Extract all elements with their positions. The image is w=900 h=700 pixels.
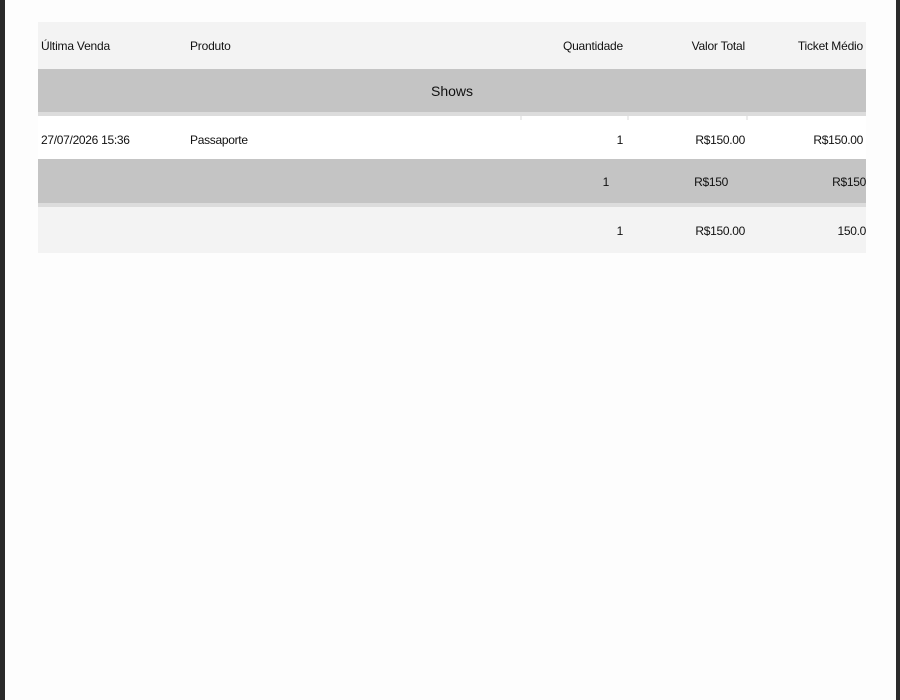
report-viewer: Última Venda Produto Quantidade Valor To… — [0, 0, 900, 700]
column-divider — [746, 116, 748, 120]
cell-total-value: R$150.00 — [695, 133, 745, 147]
header-product: Produto — [190, 39, 231, 53]
report-page: Última Venda Produto Quantidade Valor To… — [5, 0, 896, 700]
header-last-sale: Última Venda — [41, 39, 110, 53]
total-average-ticket: 150.0 — [837, 224, 866, 238]
header-total-value: Valor Total — [691, 39, 745, 53]
header-average-ticket: Ticket Médio — [797, 39, 863, 53]
total-total-value: R$150.00 — [695, 224, 745, 238]
sales-report-table: Última Venda Produto Quantidade Valor To… — [38, 22, 866, 253]
group-subtotal-row: 1 R$150 R$150 — [38, 159, 866, 207]
group-header-row: Shows — [38, 69, 866, 116]
column-divider — [520, 116, 522, 120]
cell-average-ticket: R$150.00 — [813, 133, 863, 147]
cell-last-sale: 27/07/2026 15:36 — [41, 133, 130, 147]
cell-product: Passaporte — [190, 133, 248, 147]
grand-total-row: 1 R$150.00 150.0 — [38, 207, 866, 253]
table-header-row: Última Venda Produto Quantidade Valor To… — [38, 22, 866, 69]
header-quantity: Quantidade — [562, 39, 623, 53]
subtotal-quantity: 1 — [602, 175, 609, 189]
group-title: Shows — [430, 83, 474, 99]
subtotal-average-ticket: R$150 — [832, 175, 866, 189]
total-quantity: 1 — [616, 224, 623, 238]
table-row: 27/07/2026 15:36 Passaporte 1 R$150.00 R… — [38, 116, 866, 159]
column-divider — [627, 116, 629, 120]
cell-quantity: 1 — [616, 133, 623, 147]
subtotal-total-value: R$150 — [694, 175, 728, 189]
